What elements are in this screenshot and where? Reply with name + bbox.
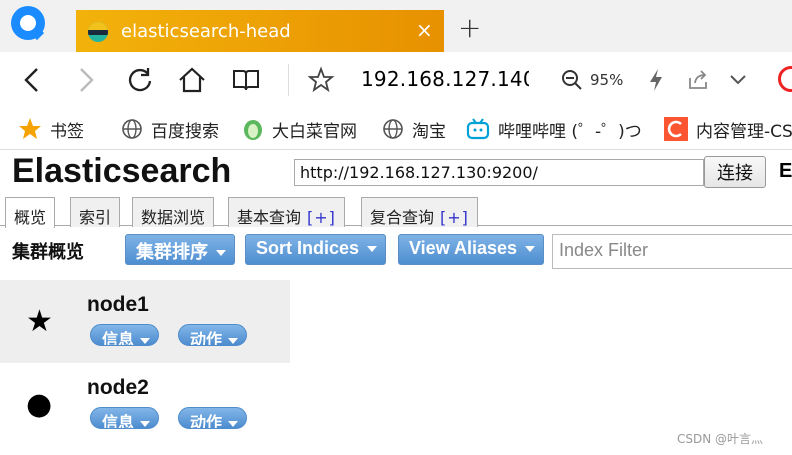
favorite-star-icon[interactable] xyxy=(305,64,337,96)
app-tabs: 概览 索引 数据浏览 基本查询 [+] 复合查询 [+] xyxy=(0,194,792,228)
index-filter-input[interactable]: Index Filter xyxy=(552,234,792,269)
data-node-circle-icon: ● xyxy=(26,387,53,422)
lightning-icon[interactable] xyxy=(640,64,672,96)
bookmark-item-dabaicai[interactable]: 大白菜官网 xyxy=(242,117,357,142)
cluster-url-input[interactable]: http://192.168.127.130:9200/ xyxy=(294,159,704,186)
button-label: 信息 xyxy=(102,330,135,346)
view-aliases-button[interactable]: View Aliases xyxy=(398,234,545,265)
tab-overview[interactable]: 概览 xyxy=(5,197,56,228)
reload-icon[interactable] xyxy=(124,64,156,96)
tab-indices[interactable]: 索引 xyxy=(70,197,121,227)
elasticsearch-favicon-icon xyxy=(88,22,108,42)
sort-cluster-button[interactable]: 集群排序 xyxy=(125,234,235,265)
tab-label: 概览 xyxy=(14,208,47,227)
caret-down-icon xyxy=(140,420,151,427)
extension-icon[interactable] xyxy=(778,66,792,92)
new-tab-button[interactable]: + xyxy=(458,14,481,42)
bookmark-label: 淘宝 xyxy=(412,121,446,142)
button-label: Sort Indices xyxy=(256,238,360,258)
bilibili-icon xyxy=(466,118,490,140)
connect-button[interactable]: 连接 xyxy=(704,156,766,188)
node-name: node2 xyxy=(87,376,149,399)
tab-compound-query[interactable]: 复合查询 [+] xyxy=(361,197,478,227)
bookmark-item-bookmarks[interactable]: 书签 xyxy=(18,117,84,142)
star-icon xyxy=(18,117,42,141)
tab-label: 基本查询 xyxy=(237,208,302,227)
cluster-overview-title: 集群概览 xyxy=(12,242,84,263)
url-input[interactable]: 192.168.127.140:9200 xyxy=(361,67,529,91)
share-icon[interactable] xyxy=(682,64,714,96)
zoom-icon[interactable] xyxy=(556,64,588,96)
home-icon[interactable] xyxy=(176,64,208,96)
tab-plus[interactable]: [+] xyxy=(307,208,336,227)
bookmark-label: 大白菜官网 xyxy=(272,121,357,142)
address-bar: 192.168.127.140:9200 95% xyxy=(0,52,792,108)
tab-browser[interactable]: 数据浏览 xyxy=(132,197,215,227)
tab-basic-query[interactable]: 基本查询 [+] xyxy=(228,197,345,227)
globe-icon xyxy=(121,118,143,140)
bookmark-item-bilibili[interactable]: 哔哩哔哩 (゜-゜)つ xyxy=(466,117,650,141)
node-name: node1 xyxy=(87,293,149,316)
button-label: 动作 xyxy=(190,330,223,346)
csdn-icon xyxy=(664,117,688,141)
button-label: 动作 xyxy=(190,413,223,429)
caret-down-icon xyxy=(140,337,151,344)
node-row: ● node2 信息 动作 xyxy=(0,363,290,446)
node-row: ★ node1 信息 动作 xyxy=(0,280,290,363)
button-label: 集群排序 xyxy=(136,242,208,262)
browser-tab[interactable]: elasticsearch-head × xyxy=(76,10,444,52)
bookmark-label: 哔哩哔哩 (゜-゜)つ xyxy=(498,121,642,142)
browser-tab-strip: elasticsearch-head × + xyxy=(0,0,792,52)
tab-title: elasticsearch-head xyxy=(121,21,291,42)
caret-down-icon xyxy=(228,420,239,427)
bookmark-label: 内容管理-CSDN xyxy=(696,121,792,142)
caret-down-icon xyxy=(367,246,378,253)
reading-mode-icon[interactable] xyxy=(230,64,262,96)
address-separator xyxy=(288,64,289,96)
watermark: CSDN @叶言灬 xyxy=(677,432,764,446)
close-tab-icon[interactable]: × xyxy=(416,18,433,42)
chevron-down-icon[interactable] xyxy=(722,64,754,96)
sort-indices-button[interactable]: Sort Indices xyxy=(245,234,387,265)
master-star-icon: ★ xyxy=(26,304,53,339)
tab-label: 索引 xyxy=(79,208,112,227)
caret-down-icon xyxy=(216,250,226,257)
node-info-button[interactable]: 信息 xyxy=(90,407,160,429)
tab-plus[interactable]: [+] xyxy=(440,208,469,227)
caret-down-icon xyxy=(228,337,239,344)
bookmark-label: 书签 xyxy=(50,121,84,142)
bookmark-item-taobao[interactable]: 淘宝 xyxy=(382,117,446,142)
bookmark-item-csdn[interactable]: 内容管理-CSDN xyxy=(664,117,792,141)
truncated-text: E xyxy=(779,160,792,182)
button-label: 信息 xyxy=(102,413,135,429)
bookmarks-bar: 书签 百度搜索 大白菜官网 淘宝 哔哩哔哩 (゜-゜)つ 内容管理-CSDN xyxy=(0,108,792,150)
globe-icon xyxy=(382,118,404,140)
caret-down-icon xyxy=(525,246,536,253)
node-info-button[interactable]: 信息 xyxy=(90,324,160,346)
node-action-button[interactable]: 动作 xyxy=(178,407,248,429)
zoom-level[interactable]: 95% xyxy=(590,71,623,89)
browser-logo-icon[interactable] xyxy=(11,6,45,40)
cabbage-icon xyxy=(242,117,264,141)
button-label: View Aliases xyxy=(409,238,518,258)
node-action-button[interactable]: 动作 xyxy=(178,324,248,346)
bookmark-item-baidu[interactable]: 百度搜索 xyxy=(121,117,219,142)
tab-label: 复合查询 xyxy=(370,208,435,227)
back-arrow-icon[interactable] xyxy=(16,64,48,96)
app-title: Elasticsearch xyxy=(12,152,232,190)
bookmark-label: 百度搜索 xyxy=(151,121,219,142)
forward-arrow-icon[interactable] xyxy=(70,64,102,96)
tab-label: 数据浏览 xyxy=(141,208,206,227)
